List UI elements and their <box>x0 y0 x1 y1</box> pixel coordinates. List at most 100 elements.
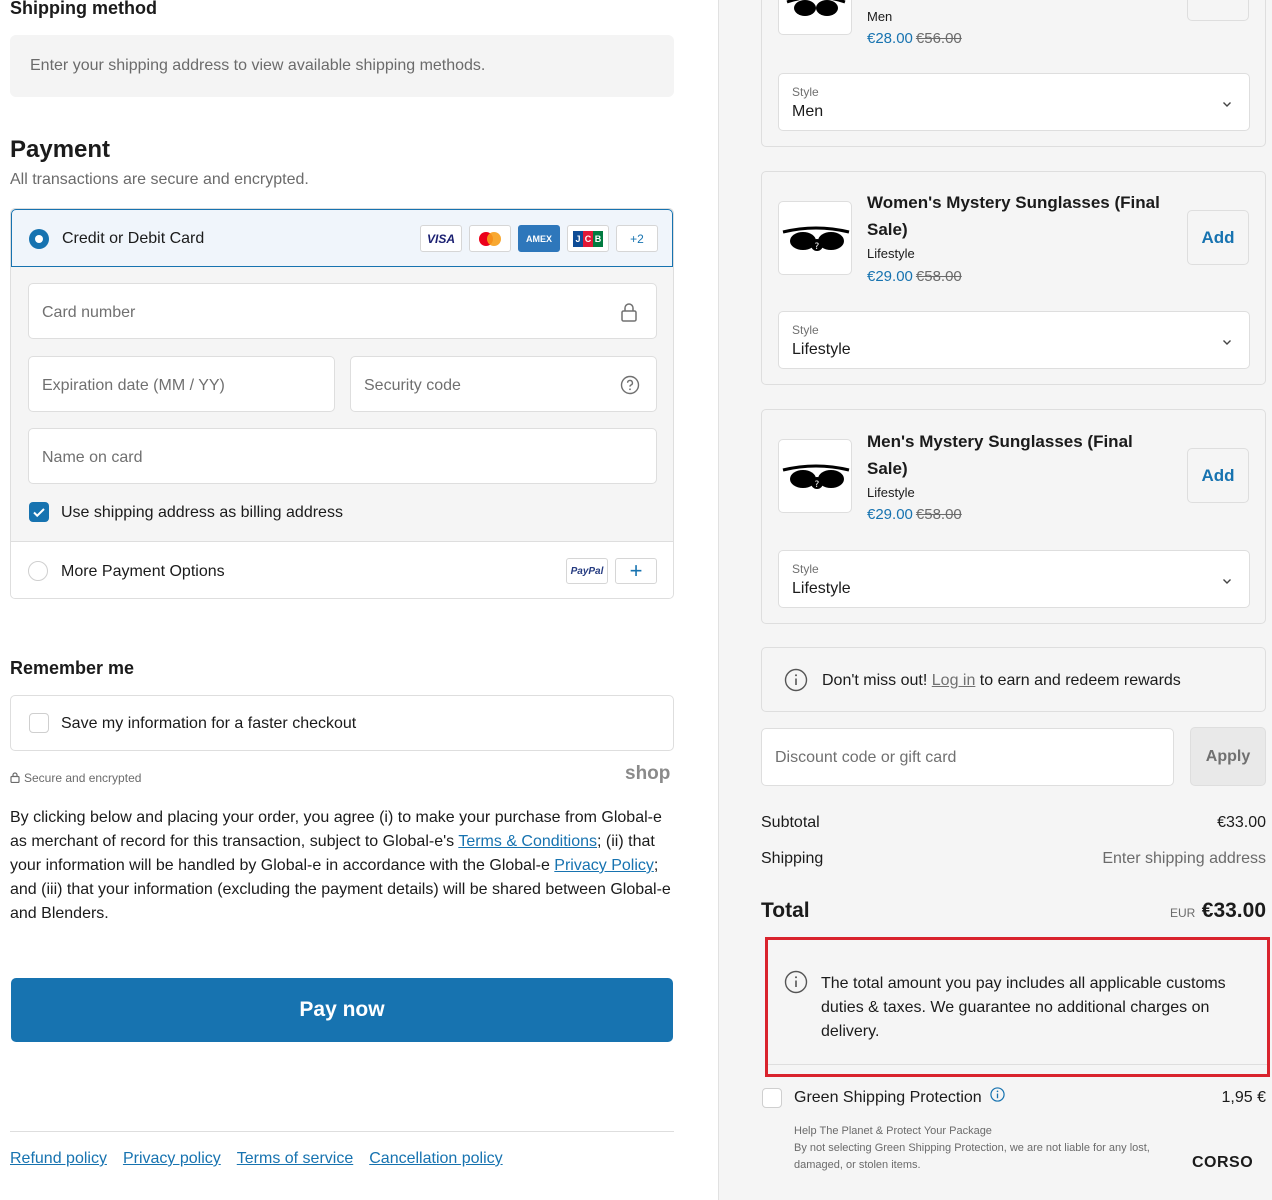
more-payment-options[interactable]: More Payment Options PayPal + <box>11 541 673 598</box>
original-price: €56.00 <box>915 30 962 47</box>
style-value: Lifestyle <box>792 341 851 358</box>
duties-notice-text: The total amount you pay includes all ap… <box>821 975 1226 1040</box>
product-title: Men's Mystery Sunglasses (Final Sale) <box>867 432 1133 478</box>
svg-text:?: ? <box>815 480 820 490</box>
remember-me-option[interactable]: Save my information for a faster checkou… <box>10 695 674 751</box>
info-icon <box>784 970 808 994</box>
sale-price: €28.00 <box>867 30 913 47</box>
save-info-checkbox[interactable] <box>29 713 49 733</box>
credit-card-radio[interactable] <box>29 229 49 249</box>
credit-card-option[interactable]: Credit or Debit Card VISA AMEX JCB +2 <box>11 209 673 267</box>
style-label: Style <box>792 85 819 99</box>
add-button[interactable]: Add <box>1187 448 1249 503</box>
product-thumbnail: ? <box>778 201 852 275</box>
green-shipping-tagline: Help The Planet & Protect Your Package <box>794 1125 992 1137</box>
style-select[interactable]: Style Men <box>778 73 1250 131</box>
terms-of-service-link[interactable]: Terms of service <box>237 1150 353 1167</box>
sale-price: €29.00 <box>867 268 913 285</box>
jcb-icon: JCB <box>567 225 609 252</box>
shipping-label: Shipping <box>761 850 824 867</box>
rewards-banner: Don't miss out! Log in to earn and redee… <box>761 647 1266 712</box>
product-price: €28.00 €56.00 <box>867 30 962 47</box>
more-payment-radio[interactable] <box>28 561 48 581</box>
privacy-policy-link[interactable]: Privacy Policy <box>554 857 654 874</box>
rewards-text-2: to earn and redeem rewards <box>975 672 1181 689</box>
svg-text:?: ? <box>815 242 820 252</box>
green-shipping-checkbox[interactable] <box>762 1088 782 1108</box>
visa-icon: VISA <box>420 225 462 252</box>
cancellation-policy-link[interactable]: Cancellation policy <box>369 1150 502 1167</box>
product-title: Women's Mystery Sunglasses (Final Sale) <box>867 193 1160 239</box>
save-info-label: Save my information for a faster checkou… <box>61 715 357 732</box>
green-shipping-price: 1,95 € <box>1221 1089 1266 1106</box>
apply-button[interactable]: Apply <box>1190 727 1266 786</box>
sunglasses-icon: ? <box>782 464 850 490</box>
product-variant: Lifestyle <box>867 246 915 261</box>
currency-code: EUR <box>1170 906 1196 920</box>
green-shipping-description: Help The Planet & Protect Your Package B… <box>794 1123 1164 1174</box>
mastercard-icon <box>469 225 511 252</box>
secure-encrypted-note: Secure and encrypted <box>10 771 141 785</box>
style-label: Style <box>792 562 819 576</box>
info-icon <box>784 668 808 692</box>
billing-address-checkbox[interactable] <box>29 502 49 522</box>
lock-icon <box>621 303 637 322</box>
payment-subtitle: All transactions are secure and encrypte… <box>10 171 309 188</box>
plus-icon[interactable]: + <box>615 558 657 584</box>
credit-card-label: Credit or Debit Card <box>62 230 205 247</box>
upsell-card: ? Men's Mystery Sunglasses (Final Sale) … <box>761 409 1266 624</box>
security-code-field[interactable]: Security code <box>350 356 657 412</box>
card-number-field[interactable]: Card number <box>28 283 657 339</box>
product-thumbnail: ? <box>778 439 852 513</box>
pay-now-button[interactable]: Pay now <box>11 978 673 1042</box>
amex-icon: AMEX <box>518 225 560 252</box>
style-select[interactable]: Style Lifestyle <box>778 550 1250 608</box>
expiration-date-field[interactable]: Expiration date (MM / YY) <box>28 356 335 412</box>
discount-code-input[interactable]: Discount code or gift card <box>761 728 1174 786</box>
security-code-placeholder: Security code <box>364 377 461 394</box>
shipping-method-note: Enter your shipping address to view avai… <box>10 35 674 97</box>
footer-divider <box>10 1131 674 1132</box>
corso-logo: CORSO <box>1192 1154 1254 1171</box>
billing-address-label: Use shipping address as billing address <box>61 504 343 521</box>
paypal-icon: PayPal <box>566 558 608 584</box>
refund-policy-link[interactable]: Refund policy <box>10 1150 107 1167</box>
duties-notice: The total amount you pay includes all ap… <box>765 937 1270 1077</box>
question-circle-icon[interactable] <box>620 375 640 395</box>
product-thumbnail <box>778 0 852 35</box>
shop-logo: shop <box>625 763 671 784</box>
remember-me-heading: Remember me <box>10 658 135 678</box>
duties-notice-body: The total amount you pay includes all ap… <box>768 940 1267 1065</box>
subtotal-value: €33.00 <box>1217 814 1266 831</box>
chevron-down-icon <box>1223 102 1231 107</box>
card-number-placeholder: Card number <box>42 304 136 321</box>
privacy-policy-footer-link[interactable]: Privacy policy <box>123 1150 221 1167</box>
expiration-placeholder: Expiration date (MM / YY) <box>42 377 225 394</box>
style-value: Lifestyle <box>792 580 851 597</box>
add-button[interactable]: Add <box>1187 0 1249 21</box>
name-on-card-field[interactable]: Name on card <box>28 428 657 484</box>
name-on-card-placeholder: Name on card <box>42 449 143 466</box>
terms-conditions-link[interactable]: Terms & Conditions <box>458 833 597 850</box>
secure-text: Secure and encrypted <box>24 771 142 785</box>
sale-price: €29.00 <box>867 506 913 523</box>
total-value: €33.00 <box>1201 899 1266 922</box>
green-shipping-label: Green Shipping Protection <box>794 1089 982 1106</box>
more-payment-label: More Payment Options <box>61 563 225 580</box>
log-in-link[interactable]: Log in <box>932 672 976 689</box>
style-value: Men <box>792 103 824 120</box>
footer-links: Refund policy Privacy policy Terms of serv… <box>10 1150 519 1168</box>
info-icon[interactable] <box>990 1087 1005 1102</box>
shipping-value: Enter shipping address <box>1102 850 1266 867</box>
original-price: €58.00 <box>915 268 962 285</box>
discount-placeholder: Discount code or gift card <box>775 749 957 766</box>
payment-methods: Credit or Debit Card VISA AMEX JCB +2 Ca… <box>10 208 674 599</box>
rewards-text-1: Don't miss out! <box>822 672 932 689</box>
total-label: Total <box>761 899 810 922</box>
upsell-card: ? Women's Mystery Sunglasses (Final Sale… <box>761 171 1266 385</box>
legal-text: By clicking below and placing your order… <box>10 806 678 926</box>
add-button[interactable]: Add <box>1187 210 1249 265</box>
style-select[interactable]: Style Lifestyle <box>778 311 1250 369</box>
shipping-method-heading: Shipping method <box>10 0 157 18</box>
upsell-card: Men €28.00€56.00 Add Style Men <box>761 0 1266 147</box>
